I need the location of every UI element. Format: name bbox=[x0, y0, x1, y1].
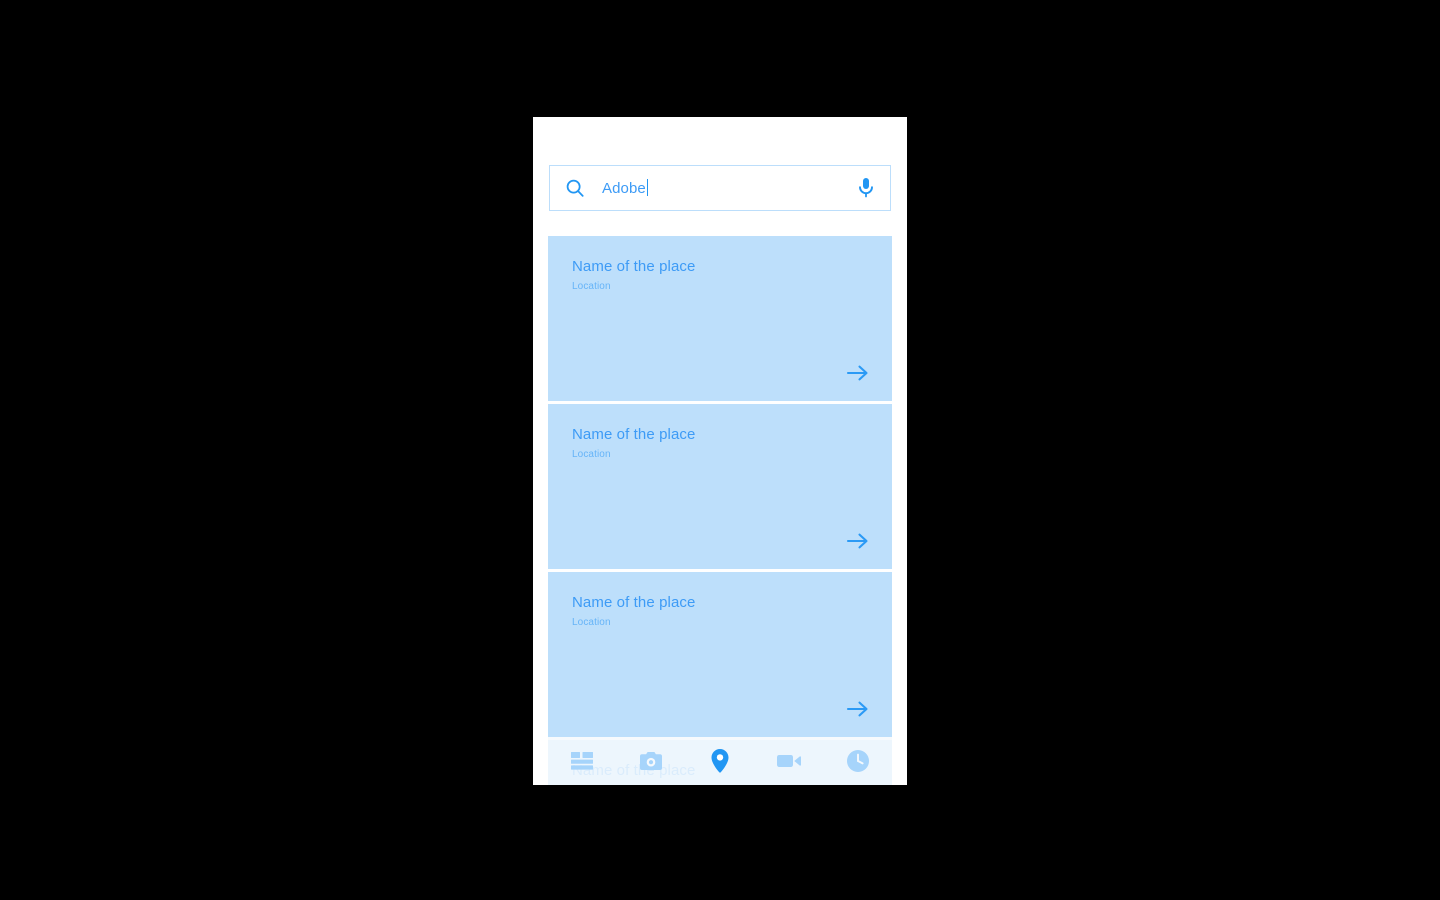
location-pin-icon bbox=[711, 749, 729, 773]
search-input-text: Adobe bbox=[602, 179, 646, 197]
arrow-right-icon[interactable] bbox=[846, 699, 870, 719]
place-name: Name of the place bbox=[572, 594, 696, 611]
nav-item-video[interactable] bbox=[765, 741, 813, 781]
search-icon bbox=[566, 179, 584, 197]
video-camera-icon bbox=[776, 755, 801, 767]
microphone-icon[interactable] bbox=[856, 176, 876, 200]
place-location: Location bbox=[572, 617, 611, 628]
clock-icon bbox=[846, 750, 869, 772]
place-name: Name of the place bbox=[572, 258, 696, 275]
results-list: Name of the place Location Name of the p… bbox=[548, 236, 892, 785]
screen-canvas: Adobe Name of the place Location Name of… bbox=[0, 0, 1440, 900]
camera-icon bbox=[640, 752, 663, 770]
search-bar[interactable]: Adobe bbox=[549, 165, 891, 211]
list-item[interactable]: Name of the place Location bbox=[548, 572, 892, 737]
place-location: Location bbox=[572, 449, 611, 460]
arrow-right-icon[interactable] bbox=[846, 531, 870, 551]
nav-item-feed[interactable] bbox=[558, 741, 606, 781]
search-input-value[interactable]: Adobe bbox=[586, 178, 648, 198]
bottom-navigation-bar bbox=[548, 737, 892, 785]
dashboard-icon bbox=[571, 752, 594, 770]
nav-item-places[interactable] bbox=[696, 741, 744, 781]
arrow-right-icon[interactable] bbox=[846, 363, 870, 383]
place-name: Name of the place bbox=[572, 426, 696, 443]
list-item[interactable]: Name of the place Location bbox=[548, 236, 892, 401]
place-location: Location bbox=[572, 281, 611, 292]
nav-item-camera[interactable] bbox=[627, 741, 675, 781]
list-item[interactable]: Name of the place Location bbox=[548, 404, 892, 569]
phone-viewport: Adobe Name of the place Location Name of… bbox=[533, 117, 907, 785]
text-cursor bbox=[646, 178, 648, 196]
nav-item-recent[interactable] bbox=[834, 741, 882, 781]
